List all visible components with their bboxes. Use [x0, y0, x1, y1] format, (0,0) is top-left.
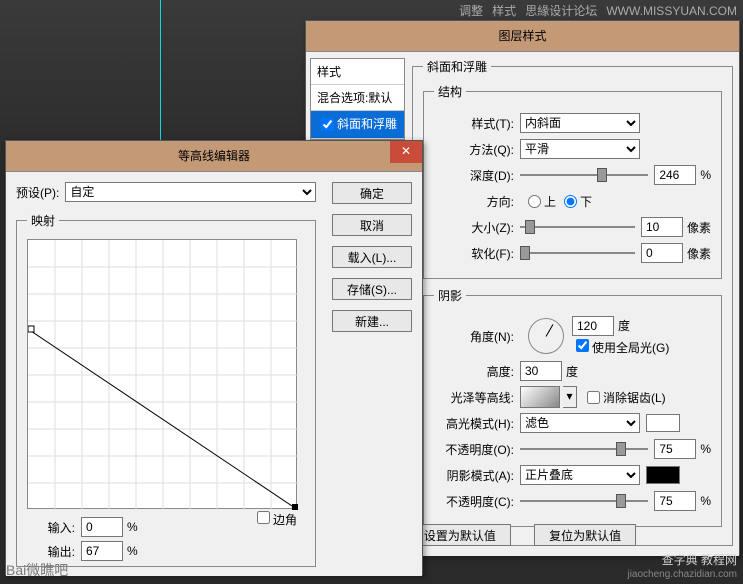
style-select[interactable]: 内斜面 [520, 113, 640, 133]
bevel-fieldset: 斜面和浮雕 结构 样式(T):内斜面 方法(Q):平滑 深度(D):% 方向:上… [412, 58, 733, 546]
guide-line [160, 0, 161, 140]
watermark-forum-url: WWW.MISSYUAN.COM [606, 4, 737, 18]
shading-fieldset: 阴影 角度(N): 度 使用全局光(G) 高度: 度 光泽等高线: ▾ 消除锯齿(L)… [423, 287, 722, 527]
style-list-bevel[interactable]: 斜面和浮雕 [311, 111, 404, 139]
depth-label: 深度(D): [434, 167, 514, 184]
gloss-contour-swatch[interactable] [520, 386, 560, 408]
mapping-fieldset: 映射 输入:% 输出:% 边角 [16, 212, 316, 567]
output-label: 输出: [27, 543, 75, 560]
close-icon[interactable]: ✕ [390, 141, 422, 163]
soften-slider[interactable] [520, 246, 635, 260]
contour-editor-title: 等高线编辑器 ✕ [6, 141, 422, 171]
preset-select[interactable]: 自定 [65, 182, 316, 202]
shadow-mode-label: 阴影模式(A): [434, 467, 514, 484]
input-label: 输入: [27, 519, 75, 536]
watermark-bottom-right: 查字典 教程网jiaocheng.chazidian.com [627, 551, 737, 580]
deg-unit: 度 [618, 319, 630, 333]
direction-down-radio[interactable] [564, 195, 577, 208]
px-unit: 像素 [687, 219, 711, 236]
input-field[interactable] [81, 517, 123, 537]
style-list-blend[interactable]: 混合选项:默认 [311, 85, 404, 111]
method-label: 方法(Q): [434, 141, 514, 158]
shadow-opacity-slider[interactable] [520, 494, 648, 508]
corner-checkbox[interactable] [257, 511, 270, 524]
bevel-checkbox[interactable] [321, 118, 334, 131]
depth-input[interactable] [654, 165, 696, 185]
angle-input[interactable] [572, 316, 614, 336]
altitude-label: 高度: [434, 363, 514, 380]
altitude-input[interactable] [520, 361, 562, 381]
highlight-opacity-input[interactable] [654, 439, 696, 459]
direction-up-radio[interactable] [528, 195, 541, 208]
highlight-opacity-slider[interactable] [520, 442, 648, 456]
shadow-color-swatch[interactable] [646, 466, 680, 484]
corner-label: 边角 [273, 513, 297, 527]
global-light-label: 使用全局光(G) [592, 341, 669, 355]
shadow-mode-select[interactable]: 正片叠底 [520, 465, 640, 485]
layer-style-title: 图层样式 [306, 21, 739, 51]
style-list-header[interactable]: 样式 [311, 59, 404, 85]
size-slider[interactable] [520, 220, 635, 234]
watermark-forum: 思緣设计论坛 [525, 4, 597, 18]
highlight-mode-label: 高光模式(H): [434, 415, 514, 432]
size-label: 大小(Z): [434, 219, 514, 236]
watermark-bottom-left: Bai微瞧吧 [6, 560, 68, 580]
chevron-down-icon[interactable]: ▾ [563, 386, 577, 408]
pct-unit: % [700, 168, 711, 182]
contour-graph[interactable] [27, 239, 297, 509]
structure-fieldset: 结构 样式(T):内斜面 方法(Q):平滑 深度(D):% 方向:上下 大小(Z… [423, 83, 722, 279]
tab-adjust[interactable]: 调整 [459, 4, 483, 18]
load-button[interactable]: 载入(L)... [332, 246, 412, 268]
px-unit2: 像素 [687, 245, 711, 262]
contour-editor-dialog: 等高线编辑器 ✕ 预设(P): 自定 确定 取消 载入(L)... 存储(S).… [5, 140, 423, 575]
set-default-button[interactable]: 设置为默认值 [409, 524, 511, 546]
antialias-checkbox[interactable] [587, 391, 600, 404]
gloss-label: 光泽等高线: [434, 389, 514, 406]
highlight-mode-select[interactable]: 滤色 [520, 413, 640, 433]
deg-unit2: 度 [566, 363, 578, 380]
shading-legend: 阴影 [434, 287, 466, 304]
depth-slider[interactable] [520, 168, 648, 182]
soften-label: 软化(F): [434, 245, 514, 262]
preset-label: 预设(P): [16, 184, 59, 201]
direction-label: 方向: [434, 193, 514, 210]
style-list: 样式 混合选项:默认 斜面和浮雕 [310, 58, 405, 140]
shadow-opacity-label: 不透明度(C): [434, 493, 514, 510]
method-select[interactable]: 平滑 [520, 139, 640, 159]
cancel-button[interactable]: 取消 [332, 214, 412, 236]
mapping-legend: 映射 [27, 212, 59, 229]
style-label: 样式(T): [434, 115, 514, 132]
save-button[interactable]: 存储(S)... [332, 278, 412, 300]
angle-label: 角度(N): [434, 328, 514, 345]
soften-input[interactable] [641, 243, 683, 263]
reset-default-button[interactable]: 复位为默认值 [534, 524, 636, 546]
structure-legend: 结构 [434, 83, 466, 100]
ok-button[interactable]: 确定 [332, 182, 412, 204]
angle-dial[interactable] [528, 318, 564, 354]
highlight-color-swatch[interactable] [646, 414, 680, 432]
bevel-legend: 斜面和浮雕 [423, 58, 491, 75]
new-button[interactable]: 新建... [332, 310, 412, 332]
shadow-opacity-input[interactable] [654, 491, 696, 511]
antialias-label: 消除锯齿(L) [603, 389, 666, 406]
panel-tabs: 调整 样式 思緣设计论坛 WWW.MISSYUAN.COM [447, 0, 743, 18]
global-light-checkbox[interactable] [576, 339, 589, 352]
highlight-opacity-label: 不透明度(O): [434, 441, 514, 458]
tab-styles[interactable]: 样式 [492, 4, 516, 18]
size-input[interactable] [641, 217, 683, 237]
output-field[interactable] [81, 541, 123, 561]
